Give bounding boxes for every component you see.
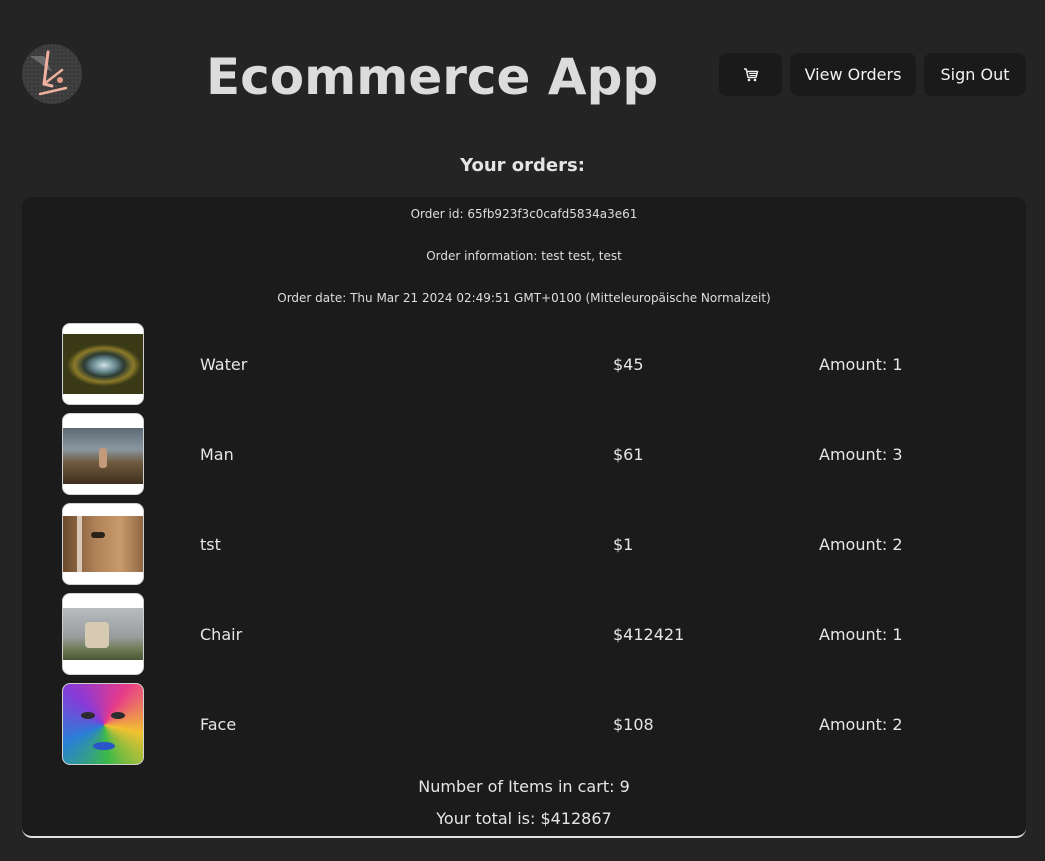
order-card: Order id: 65fb923f3c0cafd5834a3e61 Order… (22, 197, 1026, 838)
order-item-row: Chair $412421 Amount: 1 (22, 593, 1026, 675)
items-count: Number of Items in cart: 9 (418, 777, 630, 796)
order-total: Your total is: $412867 (436, 809, 612, 828)
order-date: Order date: Thu Mar 21 2024 02:49:51 GMT… (277, 291, 771, 305)
product-name: Chair (200, 625, 243, 644)
product-price: $45 (613, 355, 644, 374)
order-item-row: Water $45 Amount: 1 (22, 323, 1026, 405)
product-amount: Amount: 2 (819, 715, 903, 734)
page-title: Ecommerce App (206, 48, 659, 106)
product-image-face (62, 683, 144, 765)
product-image-water (62, 323, 144, 405)
product-price: $1 (613, 535, 634, 554)
product-name: tst (200, 535, 221, 554)
sign-out-button[interactable]: Sign Out (924, 53, 1026, 96)
product-price: $108 (613, 715, 654, 734)
order-information: Order information: test test, test (426, 249, 622, 263)
product-price: $412421 (613, 625, 685, 644)
orders-heading: Your orders: (460, 155, 585, 176)
product-name: Face (200, 715, 237, 734)
product-amount: Amount: 3 (819, 445, 903, 464)
product-amount: Amount: 1 (819, 625, 903, 644)
product-price: $61 (613, 445, 644, 464)
logo-icon (22, 44, 82, 104)
product-image-chair (62, 593, 144, 675)
product-name: Water (200, 355, 248, 374)
cart-button[interactable] (719, 53, 782, 96)
order-item-row: Face $108 Amount: 2 (22, 683, 1026, 765)
order-item-row: tst $1 Amount: 2 (22, 503, 1026, 585)
app-logo (22, 44, 82, 104)
view-orders-button[interactable]: View Orders (790, 53, 916, 96)
shopping-cart-icon (743, 67, 758, 81)
product-image-tst (62, 503, 144, 585)
order-item-row: Man $61 Amount: 3 (22, 413, 1026, 495)
product-amount: Amount: 1 (819, 355, 903, 374)
product-name: Man (200, 445, 234, 464)
order-id: Order id: 65fb923f3c0cafd5834a3e61 (410, 207, 638, 221)
product-image-man (62, 413, 144, 495)
product-amount: Amount: 2 (819, 535, 903, 554)
